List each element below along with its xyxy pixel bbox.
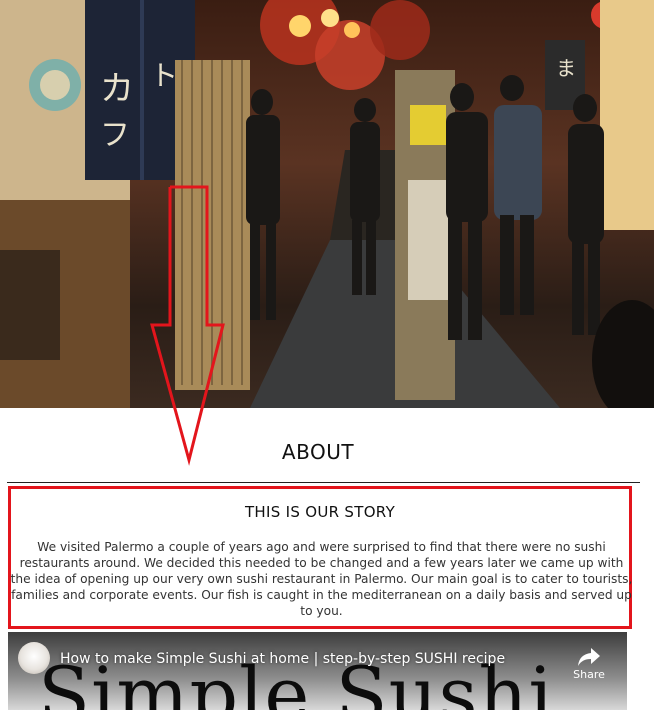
channel-avatar[interactable] <box>18 642 50 674</box>
svg-text:ト: ト <box>150 59 178 92</box>
share-button[interactable]: Share <box>570 644 608 684</box>
story-box: THIS IS OUR STORY We visited Palermo a c… <box>8 486 632 629</box>
story-title: THIS IS OUR STORY <box>244 503 396 521</box>
svg-text:ま: ま <box>556 56 576 80</box>
svg-text:カ: カ <box>100 69 134 109</box>
about-heading: ABOUT <box>281 440 355 464</box>
about-divider <box>7 482 640 483</box>
story-text: We visited Palermo a couple of years ago… <box>10 540 633 618</box>
share-label: Share <box>573 668 605 681</box>
svg-text:フ: フ <box>100 118 130 153</box>
video-title-link[interactable]: How to make Simple Sushi at home | step-… <box>60 651 505 667</box>
hero-image: カ フ ト ま <box>0 0 654 408</box>
youtube-video-embed[interactable]: Simple Sushi How to make Simple Sushi at… <box>8 632 627 710</box>
share-icon <box>578 648 600 666</box>
hero-photo-illustration: カ フ ト ま <box>0 0 654 408</box>
